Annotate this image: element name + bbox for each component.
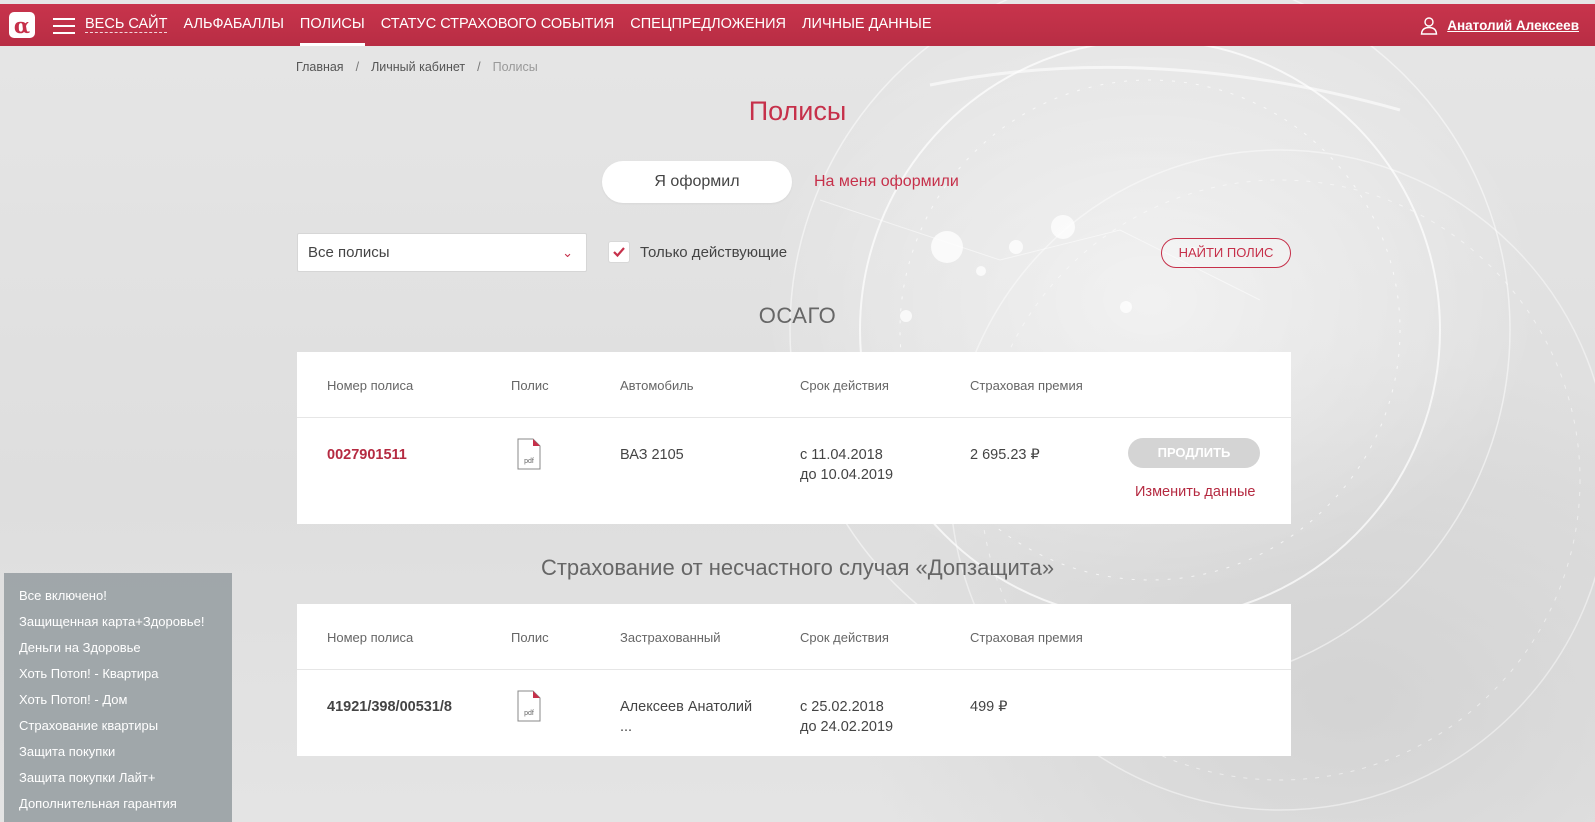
osago-policies-table: Номер полиса Полис Автомобиль Срок дейст… (297, 352, 1291, 524)
breadcrumb-separator: / (355, 60, 360, 74)
column-header: Номер полиса (327, 630, 414, 645)
column-header: Страховая премия (970, 378, 1083, 393)
side-item-purchase-protection[interactable]: Защита покупки (19, 744, 115, 759)
chevron-down-icon: ⌄ (562, 245, 573, 260)
vehicle: ВАЗ 2105 (620, 447, 684, 463)
nav-item-claim-status[interactable]: СТАТУС СТРАХОВОГО СОБЫТИЯ (373, 4, 623, 46)
side-products-panel: Все включено! Защищенная карта+Здоровье!… (4, 573, 232, 822)
only-active-checkbox[interactable] (608, 241, 630, 263)
insured-person: Алексеев Анатолий ... (620, 697, 752, 737)
alfa-logo[interactable]: α (9, 12, 35, 38)
column-header: Полис (511, 378, 549, 393)
svg-text:pdf: pdf (524, 458, 534, 465)
breadcrumb-separator: / (477, 60, 481, 74)
breadcrumb-cabinet[interactable]: Личный кабинет (371, 60, 465, 74)
renew-button[interactable]: ПРОДЛИТЬ (1128, 438, 1260, 468)
nav-item-personal-data[interactable]: ЛИЧНЫЕ ДАННЫЕ (794, 4, 940, 46)
user-icon (1420, 17, 1438, 35)
user-name[interactable]: Анатолий Алексеев (1447, 18, 1579, 33)
premium: 2 695.23 ₽ (970, 447, 1040, 463)
checkmark-icon (613, 247, 625, 258)
period-from: с 11.04.2018 (800, 447, 883, 463)
policy-number-link[interactable]: 0027901511 (327, 445, 407, 465)
breadcrumb-home[interactable]: Главная (296, 60, 344, 74)
period-from: с 25.02.2018 (800, 699, 884, 715)
side-item-flood-house[interactable]: Хоть Потоп! - Дом (19, 692, 127, 707)
change-data-link[interactable]: Изменить данные (1135, 484, 1255, 500)
side-item-apartment-insurance[interactable]: Страхование квартиры (19, 718, 158, 733)
find-policy-button[interactable]: НАЙТИ ПОЛИС (1161, 238, 1291, 268)
column-header: Полис (511, 630, 549, 645)
section-title-accident-insurance: Страхование от несчастного случая «Допза… (540, 555, 1055, 580)
side-item-protected-card[interactable]: Защищенная карта+Здоровье! (19, 614, 205, 629)
only-active-filter[interactable]: Только действующие (608, 241, 787, 263)
only-active-label[interactable]: Только действующие (640, 244, 787, 261)
column-header: Автомобиль (620, 378, 694, 393)
side-item-flood-apartment[interactable]: Хоть Потоп! - Квартира (19, 666, 159, 681)
column-header: Срок действия (800, 630, 889, 645)
column-header: Номер полиса (327, 378, 414, 393)
side-item-extra-warranty[interactable]: Дополнительная гарантия (19, 796, 177, 811)
nav-item-whole-site[interactable]: ВЕСЬ САЙТ (85, 4, 175, 46)
section-title-osago: ОСАГО (758, 303, 837, 328)
nav-item-policies[interactable]: ПОЛИСЫ (292, 4, 373, 46)
period-to: до 24.02.2019 (800, 719, 894, 735)
side-item-all-inclusive[interactable]: Все включено! (19, 588, 107, 603)
column-header: Срок действия (800, 378, 889, 393)
column-header: Застрахованный (620, 630, 721, 645)
accident-policies-table: Номер полиса Полис Застрахованный Срок д… (297, 604, 1291, 756)
table-header: Номер полиса Полис Застрахованный Срок д… (297, 604, 1291, 670)
main-nav: ВЕСЬ САЙТ АЛЬФАБАЛЛЫ ПОЛИСЫ СТАТУС СТРАХ… (85, 4, 940, 46)
validity-period: с 11.04.2018 до 10.04.2019 (800, 445, 893, 485)
nav-item-special-offers[interactable]: СПЕЦПРЕДЛОЖЕНИЯ (622, 4, 794, 46)
user-menu[interactable]: Анатолий Алексеев (1419, 4, 1579, 46)
insured-name: Алексеев Анатолий (620, 699, 753, 715)
tab-issued-to-me[interactable]: На меня оформили (814, 161, 959, 203)
table-header: Номер полиса Полис Автомобиль Срок дейст… (297, 352, 1291, 418)
page-title: Полисы (748, 96, 847, 126)
pdf-file-icon[interactable]: pdf (517, 690, 541, 722)
breadcrumb: Главная / Личный кабинет / Полисы (296, 60, 538, 74)
policy-number: 41921/398/00531/8 (327, 699, 452, 715)
nav-item-alfaballs[interactable]: АЛЬФАБАЛЛЫ (175, 4, 291, 46)
top-navigation-bar: α ВЕСЬ САЙТ АЛЬФАБАЛЛЫ ПОЛИСЫ СТАТУС СТР… (0, 4, 1595, 46)
insured-more: ... (620, 719, 633, 735)
period-to: до 10.04.2019 (800, 467, 894, 483)
premium: 499 ₽ (970, 699, 1008, 715)
menu-icon[interactable] (53, 18, 75, 34)
policy-type-select[interactable]: Все полисы ⌄ (297, 233, 587, 272)
tab-issued-by-me[interactable]: Я оформил (602, 161, 792, 203)
side-item-purchase-protection-lite[interactable]: Защита покупки Лайт+ (19, 770, 155, 785)
pdf-file-icon[interactable]: pdf (517, 438, 541, 470)
policy-type-select-value: Все полисы (308, 244, 390, 261)
breadcrumb-current: Полисы (492, 60, 538, 74)
validity-period: с 25.02.2018 до 24.02.2019 (800, 697, 893, 737)
side-item-money-health[interactable]: Деньги на Здоровье (19, 640, 141, 655)
column-header: Страховая премия (970, 630, 1083, 645)
svg-text:pdf: pdf (524, 710, 534, 717)
